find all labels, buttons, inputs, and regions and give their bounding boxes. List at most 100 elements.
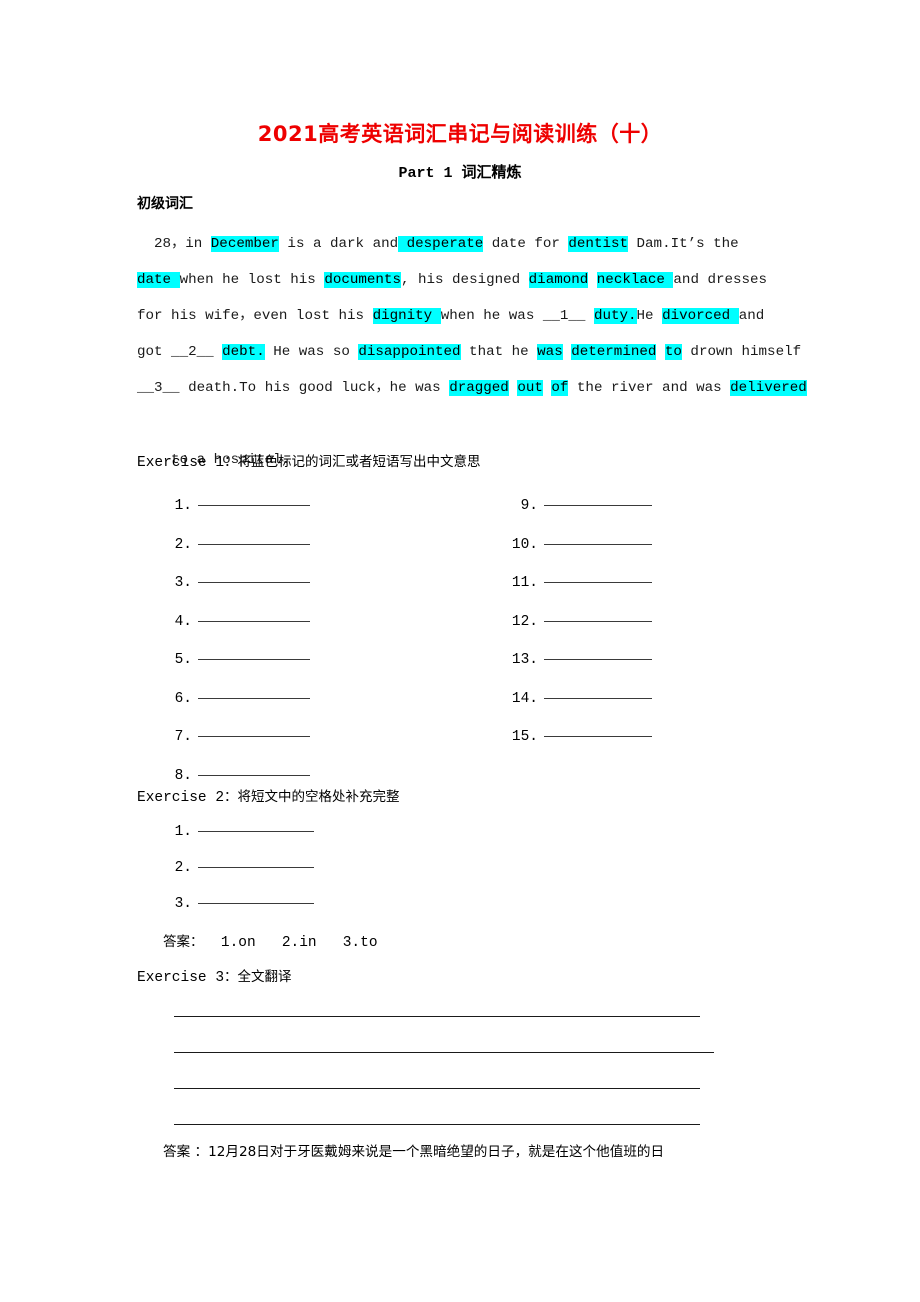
answer-blank-row[interactable]: 9. — [508, 494, 652, 518]
answer-blank-line[interactable] — [198, 867, 314, 868]
answer-blank-row[interactable]: 13. — [508, 648, 652, 672]
answer-blank-line[interactable] — [544, 697, 652, 699]
highlighted-vocab: desperate — [398, 236, 484, 252]
answer-blank-line[interactable] — [198, 697, 310, 699]
passage-text-run: drown himself — [681, 344, 802, 360]
answer-blank-row[interactable]: 3. — [170, 892, 314, 916]
answer-blank-line[interactable] — [198, 774, 310, 776]
passage-text-run: for his wife，even lost his — [137, 308, 373, 324]
exercise-2-answer-prefix: 答案： — [163, 934, 204, 950]
answer-blank-row[interactable]: 3. — [170, 571, 310, 595]
answer-blank-number: 10. — [511, 536, 538, 553]
exercise-2-answer: 答案： 1.on 2.in 3.to — [163, 930, 378, 951]
answer-blank-row[interactable]: 7. — [170, 725, 310, 749]
part-title: Part 1 词汇精炼 — [398, 165, 522, 182]
answer-blank-line[interactable] — [544, 620, 652, 622]
passage-text-run: got __2__ — [137, 344, 223, 360]
passage-text-run: He — [636, 308, 663, 324]
answer-blank-number: 1. — [174, 824, 192, 840]
answer-blank-number: 15. — [511, 729, 538, 745]
highlighted-vocab: divorced — [662, 308, 739, 324]
answer-blank-row[interactable]: 14. — [508, 687, 652, 711]
highlighted-vocab: determined — [571, 344, 657, 360]
answer-blank-row[interactable]: 8. — [170, 764, 310, 788]
answer-blank-number: 7. — [174, 729, 192, 745]
answer-blank-number: 3. — [174, 575, 192, 591]
answer-blank-row[interactable]: 5. — [170, 648, 310, 672]
answer-blank-row[interactable]: 4. — [170, 610, 310, 634]
passage-text: 28，in December is a dark and desperate d… — [137, 226, 837, 478]
exercise-3-answer-prefix: 答案 ： — [163, 1144, 209, 1160]
highlighted-vocab: dentist — [568, 236, 629, 252]
passage-line — [137, 406, 837, 442]
highlighted-vocab: documents — [324, 272, 401, 288]
translation-write-line[interactable] — [174, 1016, 700, 1017]
passage-text-run: __3__ death.To his good luck，he was — [137, 380, 450, 396]
passage-text-run: 28，in — [137, 236, 211, 252]
highlighted-vocab: out — [517, 380, 543, 396]
answer-blank-line[interactable] — [198, 620, 310, 622]
highlighted-vocab: date — [137, 272, 180, 288]
highlighted-vocab: delivered — [730, 380, 807, 396]
exercise-3-label-cn: ：全文翻译 — [224, 969, 292, 985]
passage-text-run: the river and was — [568, 380, 731, 396]
answer-blank-line[interactable] — [544, 659, 652, 660]
exercise-3-label: Exercise 3：全文翻译 — [137, 965, 292, 986]
document-page: 2021高考英语词汇串记与阅读训练（十） Part 1 词汇精炼 初级词汇 28… — [0, 0, 920, 1302]
passage-text-run: that he — [460, 344, 538, 360]
answer-blank-row[interactable]: 15. — [508, 725, 652, 749]
answer-blank-row[interactable]: 1. — [170, 820, 314, 844]
answer-blank-line[interactable] — [198, 831, 314, 832]
answer-blank-number: 1. — [174, 498, 192, 514]
exercise-3-label-en: Exercise 3 — [137, 970, 225, 986]
answer-blank-line[interactable] — [198, 582, 310, 583]
passage-text-run: Dam.It’s the — [628, 236, 739, 252]
section-heading: 初级词汇 — [137, 196, 193, 212]
passage-line: got __2__ debt. He was so disappointed t… — [137, 334, 837, 370]
answer-blank-line[interactable] — [544, 582, 652, 583]
answer-blank-line[interactable] — [544, 505, 652, 506]
passage-line: date when he lost his documents, his des… — [137, 262, 837, 298]
highlighted-vocab: debt. — [222, 344, 265, 360]
answer-blank-number: 12. — [511, 613, 538, 630]
highlighted-vocab: disappointed — [358, 344, 461, 360]
answer-blank-line[interactable] — [198, 736, 310, 737]
answer-blank-line[interactable] — [198, 543, 310, 545]
answer-blank-number: 8. — [174, 767, 192, 784]
answer-blank-number: 9. — [520, 498, 538, 514]
answer-blank-line[interactable] — [198, 505, 310, 506]
translation-write-line[interactable] — [174, 1052, 714, 1053]
passage-text-run: and — [738, 308, 765, 324]
highlighted-vocab: December — [210, 236, 279, 252]
exercise-1-label-cn: ：将蓝色标记的词汇或者短语写出中文意思 — [224, 454, 481, 470]
highlighted-vocab: dignity — [372, 308, 441, 324]
answer-blank-line[interactable] — [198, 903, 314, 904]
passage-text-run: He was so — [264, 344, 359, 360]
highlighted-vocab: duty. — [593, 308, 637, 324]
answer-blank-row[interactable]: 1. — [170, 494, 310, 518]
answer-blank-row[interactable]: 12. — [508, 610, 652, 634]
answer-blank-line[interactable] — [198, 659, 310, 660]
answer-blank-row[interactable]: 2. — [170, 533, 310, 557]
page-title: 2021高考英语词汇串记与阅读训练（十） — [257, 122, 663, 146]
highlighted-vocab: necklace — [596, 272, 674, 288]
translation-write-line[interactable] — [174, 1124, 700, 1125]
passage-text-run — [563, 344, 572, 360]
exercise-3-answer-text: 12月28日对于牙医戴姆来说是一个黑暗绝望的日子，就是在这个他值班的日 — [208, 1144, 665, 1160]
answer-blank-row[interactable]: 2. — [170, 856, 314, 880]
exercise-3-answer: 答案 ：12月28日对于牙医戴姆来说是一个黑暗绝望的日子，就是在这个他值班的日 — [163, 1140, 823, 1164]
passage-text-run: when he lost his — [179, 272, 325, 288]
answer-blank-number: 6. — [174, 690, 192, 707]
answer-blank-line[interactable] — [544, 736, 652, 737]
answer-blank-row[interactable]: 10. — [508, 533, 652, 557]
answer-blank-line[interactable] — [544, 543, 652, 545]
answer-blank-row[interactable]: 6. — [170, 687, 310, 711]
answer-blank-number: 2. — [174, 536, 192, 553]
passage-text-run: date for — [483, 236, 569, 252]
translation-write-line[interactable] — [174, 1088, 700, 1089]
passage-text-run — [588, 272, 597, 288]
answer-blank-number: 4. — [174, 613, 192, 630]
exercise-2-label-cn: ：将短文中的空格处补充完整 — [224, 789, 400, 805]
passage-text-run — [656, 344, 665, 360]
answer-blank-row[interactable]: 11. — [508, 571, 652, 595]
